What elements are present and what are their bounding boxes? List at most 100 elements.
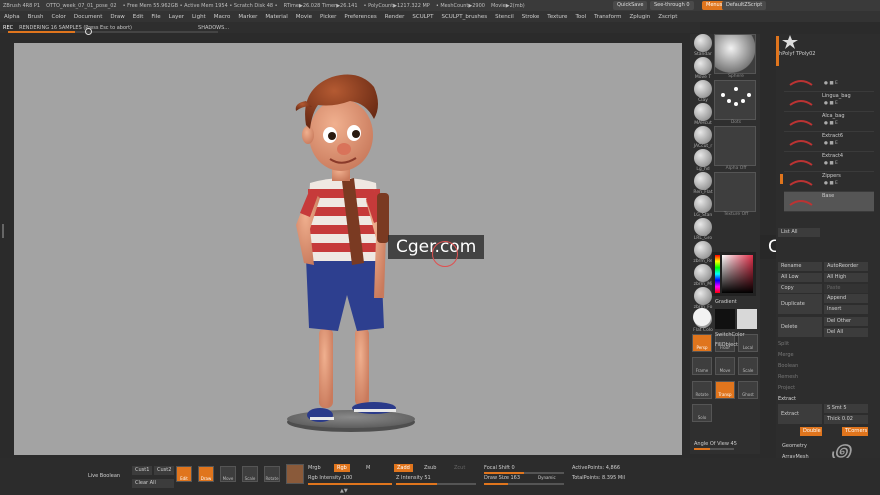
delete-button[interactable]: Delete (778, 317, 822, 337)
menu-material[interactable]: Material (261, 14, 291, 20)
s-smt-slider[interactable]: S Smt 5 (824, 404, 868, 413)
menu-color[interactable]: Color (48, 14, 70, 20)
subtool-scrollbar[interactable] (780, 174, 783, 184)
tray-brush-2[interactable]: Clay (692, 80, 714, 103)
angle-of-view-slider[interactable]: Angle Of View 45 (694, 440, 737, 448)
insert-button[interactable]: Insert (824, 305, 868, 314)
copy-button[interactable]: Copy (778, 284, 822, 293)
menu-movie[interactable]: Movie (292, 14, 316, 20)
tray-brush-6[interactable]: Ren_Flat (692, 172, 714, 195)
zcut-button[interactable]: Zcut (454, 464, 465, 472)
secondary-color-swatch[interactable] (737, 309, 757, 329)
cust1-button[interactable]: Cust1 (132, 466, 152, 475)
subtool-item[interactable]: Base (784, 192, 874, 212)
zadd-button[interactable]: Zadd (394, 464, 413, 472)
tray-brush-7[interactable]: LG_Stan (692, 195, 714, 218)
tray-thumb-1[interactable]: Dots (714, 80, 758, 126)
tool-thumbnail[interactable] (776, 34, 806, 50)
split-section[interactable]: Split (778, 340, 874, 348)
menu-render[interactable]: Render (381, 14, 409, 20)
menu-preferences[interactable]: Preferences (340, 14, 380, 20)
draw-button[interactable]: Draw (198, 466, 214, 482)
menu-alpha[interactable]: Alpha (0, 14, 24, 20)
move-button[interactable]: Move (220, 466, 236, 482)
rename-button[interactable]: Rename (778, 262, 822, 271)
menu-draw[interactable]: Draw (106, 14, 128, 20)
section-geometry[interactable]: Geometry (782, 442, 872, 450)
zsub-button[interactable]: Zsub (424, 464, 436, 472)
color-picker[interactable] (712, 252, 756, 296)
z-intensity-slider[interactable]: Z Intensity 51 (396, 474, 431, 482)
menu-edit[interactable]: Edit (129, 14, 148, 20)
subtool-switches[interactable]: ● ■ E (824, 181, 838, 186)
subtool-item[interactable]: Alca_bag ● ■ E (784, 112, 874, 132)
tray-brush-11[interactable]: zbrm_Fo (692, 287, 714, 310)
tray-thumb-2[interactable]: Alpha Off (714, 126, 758, 172)
tray-brush-10[interactable]: zbrm_Mi (692, 264, 714, 287)
extract-button[interactable]: Extract (778, 404, 822, 424)
menu-texture[interactable]: Texture (543, 14, 571, 20)
material-swatch[interactable] (286, 464, 304, 484)
menu-picker[interactable]: Picker (316, 14, 340, 20)
angle-of-view-track[interactable] (694, 448, 734, 450)
project-section[interactable]: Project (778, 384, 874, 392)
subtool-switches[interactable]: ● ■ E (824, 81, 838, 86)
document-canvas[interactable] (14, 43, 682, 455)
scale-button[interactable]: Scale (242, 466, 258, 482)
menu-stencil[interactable]: Stencil (491, 14, 518, 20)
subtool-switches[interactable]: ● ■ E (824, 101, 838, 106)
menu-sculpt[interactable]: SCULPT (408, 14, 437, 20)
view-persp-button[interactable]: Persp (692, 334, 712, 352)
view-ghost-button[interactable]: Ghost (738, 380, 758, 399)
list-all-button[interactable]: List All (778, 228, 820, 237)
paste-button[interactable]: Paste (824, 284, 868, 293)
menu-macro[interactable]: Macro (210, 14, 235, 20)
merge-section[interactable]: Merge (778, 351, 874, 359)
menu-brush[interactable]: Brush (24, 14, 48, 20)
flat-color-icon[interactable] (693, 308, 711, 326)
clear-all-button[interactable]: Clear All (132, 479, 174, 488)
menu-zplugin[interactable]: Zplugin (625, 14, 654, 20)
draw-size-track[interactable] (484, 483, 564, 485)
subtool-item[interactable]: Lingua_bag ● ■ E (784, 92, 874, 112)
rgb-intensity-slider[interactable]: Rgb Intensity 100 (308, 474, 352, 482)
tray-brush-1[interactable]: Move T (692, 57, 714, 80)
draw-size-slider[interactable]: Draw Size 163 (484, 474, 520, 482)
menu-transform[interactable]: Transform (590, 14, 625, 20)
autoreorder-button[interactable]: AutoReorder (824, 262, 868, 271)
fill-object-button[interactable]: FillObject (715, 341, 738, 349)
tray-brush-8[interactable]: LRL_Gro (692, 218, 714, 241)
z-intensity-track[interactable] (396, 483, 476, 485)
rotate-button[interactable]: Rotate (264, 466, 280, 482)
view-transp-button[interactable]: Transp (715, 380, 735, 399)
menu-stroke[interactable]: Stroke (518, 14, 544, 20)
tray-brush-0[interactable]: Standar (692, 34, 714, 57)
tray-thumb-0[interactable]: Sphere (714, 34, 758, 80)
subtool-switches[interactable]: ● ■ E (824, 141, 838, 146)
shelf-toggle-icon[interactable]: ▲▼ (340, 488, 354, 494)
subtool-switches[interactable]: ● ■ E (824, 121, 838, 126)
tray-thumb-3[interactable]: Texture Off (714, 172, 758, 218)
double-toggle[interactable]: Double (800, 427, 822, 436)
all-high-button[interactable]: All High (824, 273, 868, 282)
saturation-value-field[interactable] (722, 255, 753, 293)
mrgb-button[interactable]: Mrgb (308, 464, 321, 472)
menu-layer[interactable]: Layer (165, 14, 188, 20)
boolean-section[interactable]: Boolean (778, 362, 874, 370)
gradient-label[interactable]: Gradient (715, 298, 737, 306)
all-low-button[interactable]: All Low (778, 273, 822, 282)
rgb-button[interactable]: Rgb (334, 464, 350, 472)
menu-light[interactable]: Light (188, 14, 210, 20)
thick-slider[interactable]: Thick 0.02 (824, 415, 868, 424)
edit-button[interactable]: Edit (176, 466, 192, 482)
menu-sculpt-brushes[interactable]: SCULPT_brushes (437, 14, 491, 20)
menu-file[interactable]: File (147, 14, 164, 20)
see-through-slider[interactable]: See-through 0 (650, 1, 694, 10)
del-all-button[interactable]: Del All (824, 328, 868, 337)
remesh-section[interactable]: Remesh (778, 373, 874, 381)
main-color-swatch[interactable] (715, 309, 735, 329)
menu-tool[interactable]: Tool (571, 14, 590, 20)
append-button[interactable]: Append (824, 294, 868, 303)
tray-brush-3[interactable]: MAHcut (692, 103, 714, 126)
menu-document[interactable]: Document (70, 14, 107, 20)
